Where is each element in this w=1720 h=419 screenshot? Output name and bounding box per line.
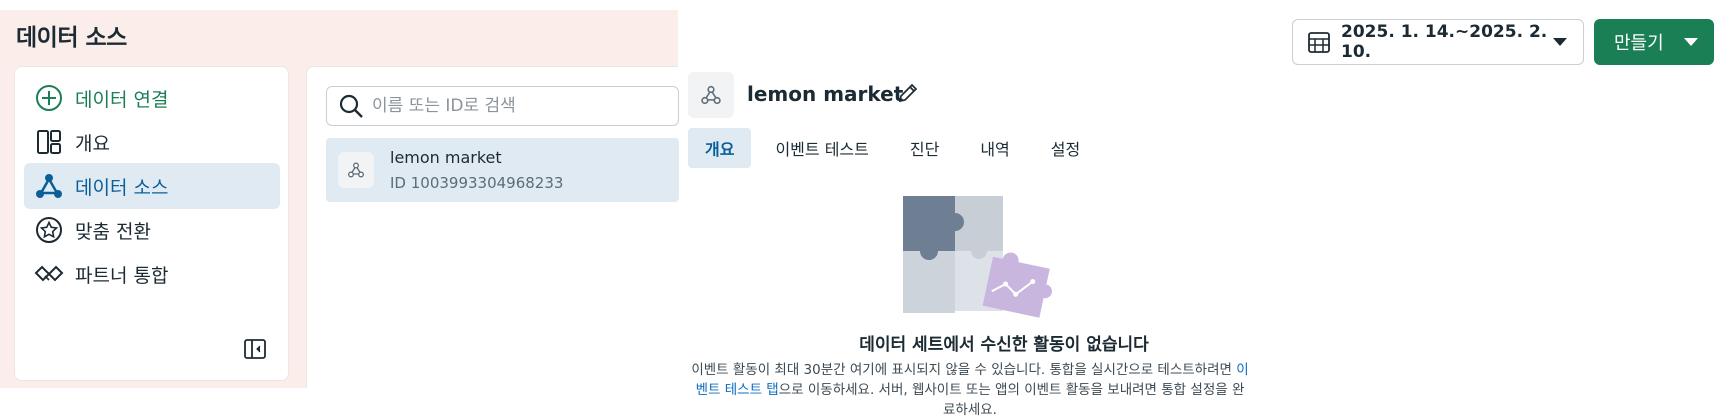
empty-state-description: 이벤트 활동이 최대 30분간 여기에 표시되지 않을 수 있습니다. 통합을 … [690, 360, 1250, 419]
sidebar-item-label: 맞춤 전환 [75, 220, 151, 243]
sidebar-item-partner-integrations[interactable]: 파트너 통합 [24, 251, 280, 297]
create-button-label: 만들기 [1614, 33, 1664, 54]
calendar-icon [1307, 30, 1331, 54]
star-badge-icon [34, 215, 64, 245]
empty-desc-text-2: 으로 이동하세요. 서버, 웹사이트 또는 앱의 이벤트 활동을 보내려면 통합… [778, 382, 1245, 418]
empty-state-title: 데이터 세트에서 수신한 활동이 없습니다 [859, 335, 1149, 355]
tab-history[interactable]: 내역 [963, 128, 1026, 168]
data-source-id: ID 1003993304968233 [390, 174, 564, 192]
sidebar: 데이터 연결 개요 데이터 소스 맞춤 전환 파트너 통합 [14, 66, 289, 381]
pencil-icon[interactable] [896, 81, 920, 105]
data-source-icon [688, 72, 734, 118]
search-box[interactable] [326, 86, 679, 126]
puzzle-illustration [895, 190, 1055, 320]
date-range-picker[interactable]: 2025. 1. 14.~2025. 2. 10. [1292, 19, 1584, 65]
sidebar-item-connect-data[interactable]: 데이터 연결 [24, 75, 280, 121]
sidebar-item-data-sources[interactable]: 데이터 소스 [24, 163, 280, 209]
search-input[interactable] [372, 96, 662, 116]
handshake-icon [34, 259, 64, 289]
data-source-row[interactable]: lemon market ID 1003993304968233 [326, 138, 679, 202]
chevron-down-icon [1684, 38, 1698, 46]
sidebar-collapse-icon[interactable] [243, 337, 267, 361]
search-icon [338, 93, 364, 119]
tab-overview[interactable]: 개요 [688, 128, 752, 168]
data-source-icon [34, 171, 64, 201]
chevron-down-icon [1553, 38, 1567, 46]
empty-desc-text-1: 이벤트 활동이 최대 30분간 여기에 표시되지 않을 수 있습니다. 통합을 … [691, 362, 1232, 378]
tab-settings[interactable]: 설정 [1034, 128, 1097, 168]
sidebar-item-label: 데이터 연결 [75, 88, 169, 111]
sidebar-item-custom-conversions[interactable]: 맞춤 전환 [24, 207, 280, 253]
sidebar-item-label: 파트너 통합 [75, 264, 169, 287]
sidebar-item-label: 데이터 소스 [75, 176, 169, 199]
data-source-list-panel: lemon market ID 1003993304968233 [306, 66, 679, 388]
page-title: 데이터 소스 [16, 25, 127, 51]
plus-circle-icon [34, 83, 64, 113]
sidebar-item-label: 개요 [75, 132, 110, 155]
sidebar-item-overview[interactable]: 개요 [24, 119, 280, 165]
layout-icon [34, 127, 64, 157]
date-range-text: 2025. 1. 14.~2025. 2. 10. [1341, 22, 1548, 62]
data-source-name: lemon market [390, 148, 502, 167]
data-source-title: lemon market [747, 82, 904, 106]
tab-diagnostics[interactable]: 진단 [893, 128, 956, 168]
detail-tabs: 개요 이벤트 테스트 진단 내역 설정 [688, 128, 1104, 168]
data-source-icon [338, 152, 374, 188]
create-button[interactable]: 만들기 [1594, 19, 1714, 65]
tab-test-events[interactable]: 이벤트 테스트 [758, 128, 885, 168]
